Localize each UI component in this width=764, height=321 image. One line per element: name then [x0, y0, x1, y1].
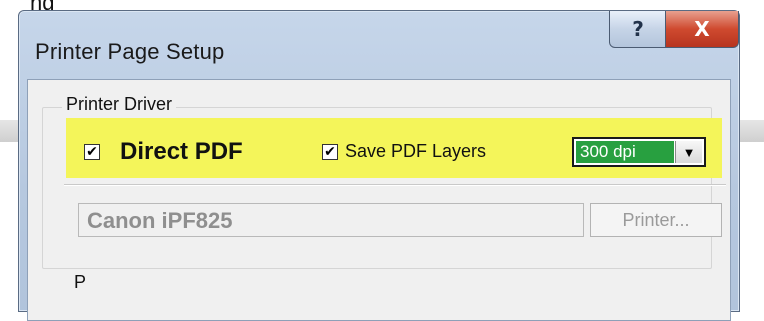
- dpi-dropdown[interactable]: 300 dpi ▼: [572, 137, 706, 167]
- close-button[interactable]: X: [665, 11, 739, 48]
- direct-pdf-label[interactable]: Direct PDF: [120, 138, 243, 166]
- help-button[interactable]: ?: [609, 11, 667, 48]
- printer-name-field: Canon iPF825: [78, 203, 584, 237]
- dpi-selected-value[interactable]: 300 dpi: [576, 141, 674, 163]
- next-group-label-fragment: P: [74, 272, 87, 292]
- save-pdf-layers-checkbox[interactable]: ✔: [322, 144, 338, 160]
- checkmark-icon: ✔: [86, 144, 98, 160]
- dropdown-arrow-button[interactable]: ▼: [675, 141, 702, 163]
- printer-button: Printer...: [590, 203, 722, 237]
- background-strip: [0, 0, 764, 8]
- chevron-down-icon: ▼: [682, 144, 696, 160]
- help-icon: ?: [632, 17, 644, 41]
- background-window-edge-right: [740, 120, 764, 142]
- separator-line: [64, 184, 726, 186]
- printer-name-value: Canon iPF825: [87, 208, 233, 233]
- save-pdf-layers-label[interactable]: Save PDF Layers: [345, 141, 486, 162]
- direct-pdf-checkbox[interactable]: ✔: [84, 144, 100, 160]
- checkmark-icon: ✔: [324, 144, 336, 160]
- printer-driver-group-label: Printer Driver: [62, 94, 177, 115]
- close-icon: X: [694, 17, 710, 41]
- dialog-title: Printer Page Setup: [35, 39, 225, 64]
- background-window-edge-left: [0, 120, 18, 142]
